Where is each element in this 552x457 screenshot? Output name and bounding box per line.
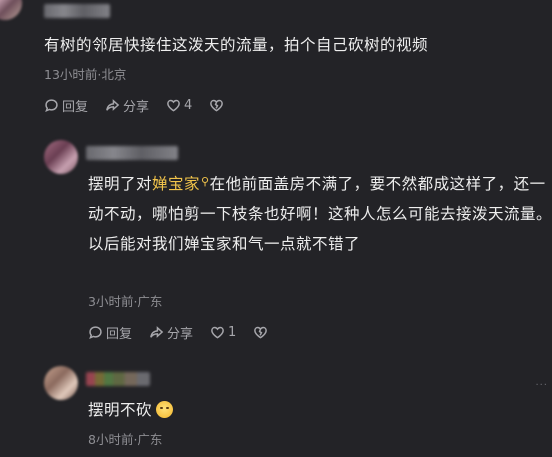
comment-actions: 回复 分享 4 (44, 96, 241, 115)
comment-bubble-icon (89, 326, 102, 339)
share-label: 分享 (167, 327, 194, 342)
more-options-icon[interactable]: ··· (535, 380, 548, 391)
search-icon[interactable]: ⚲ (201, 175, 210, 188)
like-count: 1 (228, 325, 237, 340)
comment-text: 有树的邻居快接住这泼天的流量，拍个自己砍树的视频 (44, 36, 429, 54)
username-blurred[interactable] (44, 4, 110, 18)
comment-actions: 回复 分享 1 (88, 323, 285, 342)
reply-label: 回复 (62, 100, 89, 115)
reply-button[interactable]: 回复 (88, 323, 132, 342)
comment-text: 摆明不砍 (88, 395, 174, 425)
mention-link[interactable]: 婵宝家 (152, 175, 200, 193)
username-blurred[interactable] (86, 146, 178, 160)
comment-text-start: 摆明了对 (88, 175, 153, 193)
comment-meta: 3小时前·广东 (88, 294, 163, 309)
like-button[interactable]: 1 (210, 325, 236, 340)
share-button[interactable]: 分享 (105, 96, 149, 115)
heart-icon (211, 326, 224, 339)
avatar[interactable] (44, 140, 78, 174)
reply-button[interactable]: 回复 (44, 96, 88, 115)
share-arrow-icon (150, 326, 164, 338)
dislike-button[interactable] (209, 98, 224, 113)
broken-heart-icon (210, 99, 224, 112)
broken-heart-icon (254, 326, 268, 339)
comment-text-body: 摆明不砍 (88, 401, 153, 419)
reply-label: 回复 (106, 327, 133, 342)
like-button[interactable]: 4 (166, 98, 192, 113)
username-blurred[interactable] (86, 372, 150, 386)
like-count: 4 (184, 98, 193, 113)
dislike-button[interactable] (253, 325, 268, 340)
comment-meta: 8小时前·广东 (88, 432, 163, 447)
share-button[interactable]: 分享 (149, 323, 193, 342)
share-arrow-icon (106, 99, 120, 111)
heart-icon (167, 99, 180, 112)
comment-bubble-icon (45, 99, 58, 112)
smiling-face-emoji-icon (156, 401, 174, 418)
share-label: 分享 (123, 100, 150, 115)
avatar[interactable] (0, 0, 22, 20)
avatar[interactable] (44, 366, 78, 400)
comment-meta: 13小时前·北京 (44, 67, 127, 82)
comment-text: 摆明了对婵宝家⚲在他前面盖房不满了，要不然都成这样了，还一动不动，哪怕剪一下枝条… (88, 167, 552, 259)
